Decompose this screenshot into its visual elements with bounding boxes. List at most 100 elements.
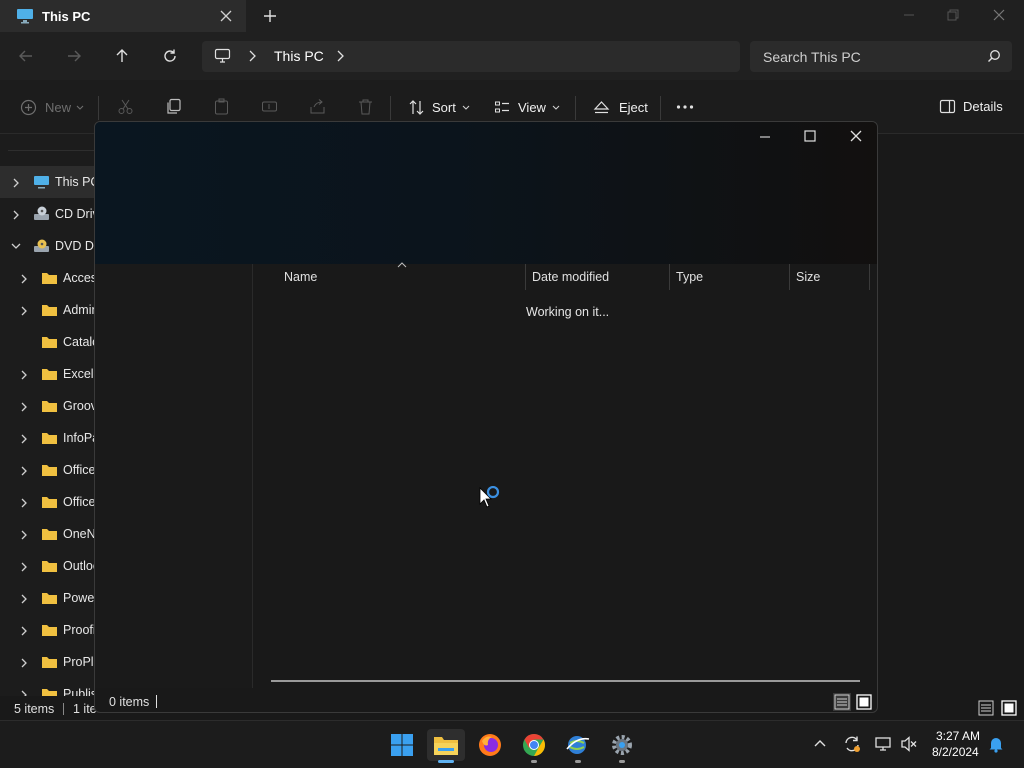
chevron-right-icon[interactable] xyxy=(12,210,20,220)
details-view-icon[interactable] xyxy=(833,693,851,711)
column-divider[interactable] xyxy=(525,264,526,290)
notification-bell-icon[interactable] xyxy=(988,735,1004,753)
column-date-modified[interactable]: Date modified xyxy=(532,270,609,284)
chevron-right-icon[interactable] xyxy=(20,402,28,412)
sync-icon[interactable] xyxy=(843,735,861,753)
nav-item-dvd-drive[interactable]: DVD Drive xyxy=(0,230,94,262)
maximize-icon[interactable] xyxy=(803,129,817,143)
chrome-taskbar-button[interactable] xyxy=(515,729,553,761)
column-divider[interactable] xyxy=(669,264,670,290)
chevron-right-icon[interactable] xyxy=(12,178,20,188)
search-box[interactable]: Search This PC xyxy=(750,41,1012,72)
chevron-right-icon[interactable] xyxy=(20,626,28,636)
nav-folder[interactable]: Publisher xyxy=(0,678,94,696)
tiles-view-icon[interactable] xyxy=(1001,700,1017,716)
nav-item-label: Office xyxy=(63,463,94,477)
horizontal-scrollbar[interactable] xyxy=(271,680,860,682)
chevron-right-icon[interactable] xyxy=(247,50,257,62)
network-app-taskbar-button[interactable] xyxy=(559,729,597,761)
nav-folder[interactable]: OneNote xyxy=(0,518,94,550)
search-icon[interactable] xyxy=(987,49,1001,63)
network-icon[interactable] xyxy=(874,735,892,753)
nav-folder[interactable]: Proofing xyxy=(0,614,94,646)
view-button[interactable]: View xyxy=(494,99,560,116)
nav-folder[interactable]: Office xyxy=(0,486,94,518)
nav-folder[interactable]: Outlook xyxy=(0,550,94,582)
folder-icon xyxy=(41,495,58,509)
dialog-status-item-count: 0 items xyxy=(109,695,150,709)
chevron-right-icon[interactable] xyxy=(20,434,28,444)
close-tab-icon[interactable] xyxy=(219,9,233,23)
volume-muted-icon[interactable] xyxy=(900,735,918,753)
nav-item-label: Catalog xyxy=(63,335,94,349)
settings-taskbar-button[interactable] xyxy=(603,729,641,761)
network-globe-icon xyxy=(565,733,591,757)
column-type[interactable]: Type xyxy=(676,270,703,284)
sort-button[interactable]: Sort xyxy=(408,99,470,116)
address-bar[interactable]: This PC xyxy=(202,41,740,72)
close-window-icon[interactable] xyxy=(849,129,863,143)
refresh-icon[interactable] xyxy=(162,48,178,64)
start-button[interactable] xyxy=(383,729,421,761)
clock-date[interactable]: 8/2/2024 xyxy=(932,745,979,759)
column-name[interactable]: Name xyxy=(284,270,317,284)
firefox-taskbar-button[interactable] xyxy=(471,729,509,761)
nav-folder[interactable]: ProPlus xyxy=(0,646,94,678)
paste-icon[interactable] xyxy=(213,98,230,115)
chevron-right-icon[interactable] xyxy=(335,50,345,62)
back-icon[interactable] xyxy=(18,48,34,64)
share-icon[interactable] xyxy=(309,98,326,115)
chevron-up-icon[interactable] xyxy=(813,738,827,748)
divider xyxy=(98,96,99,120)
file-explorer-taskbar-button[interactable] xyxy=(427,729,465,761)
more-options-icon[interactable] xyxy=(676,102,694,112)
nav-folder[interactable]: Admin xyxy=(0,294,94,326)
restore-icon[interactable] xyxy=(946,8,960,22)
chevron-right-icon[interactable] xyxy=(20,594,28,604)
copy-icon[interactable] xyxy=(165,98,182,115)
rename-icon[interactable] xyxy=(261,98,278,115)
cut-icon[interactable] xyxy=(117,98,134,115)
column-size[interactable]: Size xyxy=(796,270,820,284)
nav-folder[interactable]: Excel.en xyxy=(0,358,94,390)
minimize-icon[interactable] xyxy=(758,130,772,144)
forward-icon[interactable] xyxy=(66,48,82,64)
tab-this-pc[interactable]: This PC xyxy=(0,0,246,32)
eject-button[interactable]: Eject xyxy=(593,99,648,116)
monitor-icon xyxy=(16,8,34,24)
chevron-right-icon[interactable] xyxy=(20,274,28,284)
chevron-down-icon[interactable] xyxy=(11,242,21,250)
nav-folder[interactable]: InfoPath xyxy=(0,422,94,454)
chevron-right-icon[interactable] xyxy=(20,306,28,316)
busy-cursor-icon xyxy=(478,486,502,512)
close-window-icon[interactable] xyxy=(992,8,1006,22)
delete-icon[interactable] xyxy=(357,98,374,115)
chevron-right-icon[interactable] xyxy=(20,370,28,380)
chevron-right-icon[interactable] xyxy=(20,498,28,508)
nav-item-cd-drive[interactable]: CD Drive xyxy=(0,198,94,230)
column-divider[interactable] xyxy=(869,264,870,290)
chevron-right-icon[interactable] xyxy=(20,690,28,696)
tiles-view-icon[interactable] xyxy=(856,694,872,710)
chevron-right-icon[interactable] xyxy=(20,562,28,572)
up-icon[interactable] xyxy=(114,48,130,64)
minimize-icon[interactable] xyxy=(902,8,916,22)
nav-item-this-pc[interactable]: This PC xyxy=(0,166,94,198)
folder-icon xyxy=(41,271,58,285)
breadcrumb-this-pc[interactable]: This PC xyxy=(274,48,324,64)
chevron-down-icon xyxy=(462,105,470,111)
column-divider[interactable] xyxy=(789,264,790,290)
new-button[interactable]: New xyxy=(20,99,84,116)
nav-folder[interactable]: Groove xyxy=(0,390,94,422)
nav-folder[interactable]: PowerPoint xyxy=(0,582,94,614)
nav-folder[interactable]: Catalog xyxy=(0,326,94,358)
chevron-right-icon[interactable] xyxy=(20,658,28,668)
details-view-icon[interactable] xyxy=(978,700,994,716)
clock-time[interactable]: 3:27 AM xyxy=(936,729,980,743)
chevron-right-icon[interactable] xyxy=(20,530,28,540)
new-tab-icon[interactable] xyxy=(262,8,278,24)
nav-folder[interactable]: Office xyxy=(0,454,94,486)
nav-folder[interactable]: Access xyxy=(0,262,94,294)
details-button[interactable]: Details xyxy=(939,99,1003,114)
chevron-right-icon[interactable] xyxy=(20,466,28,476)
